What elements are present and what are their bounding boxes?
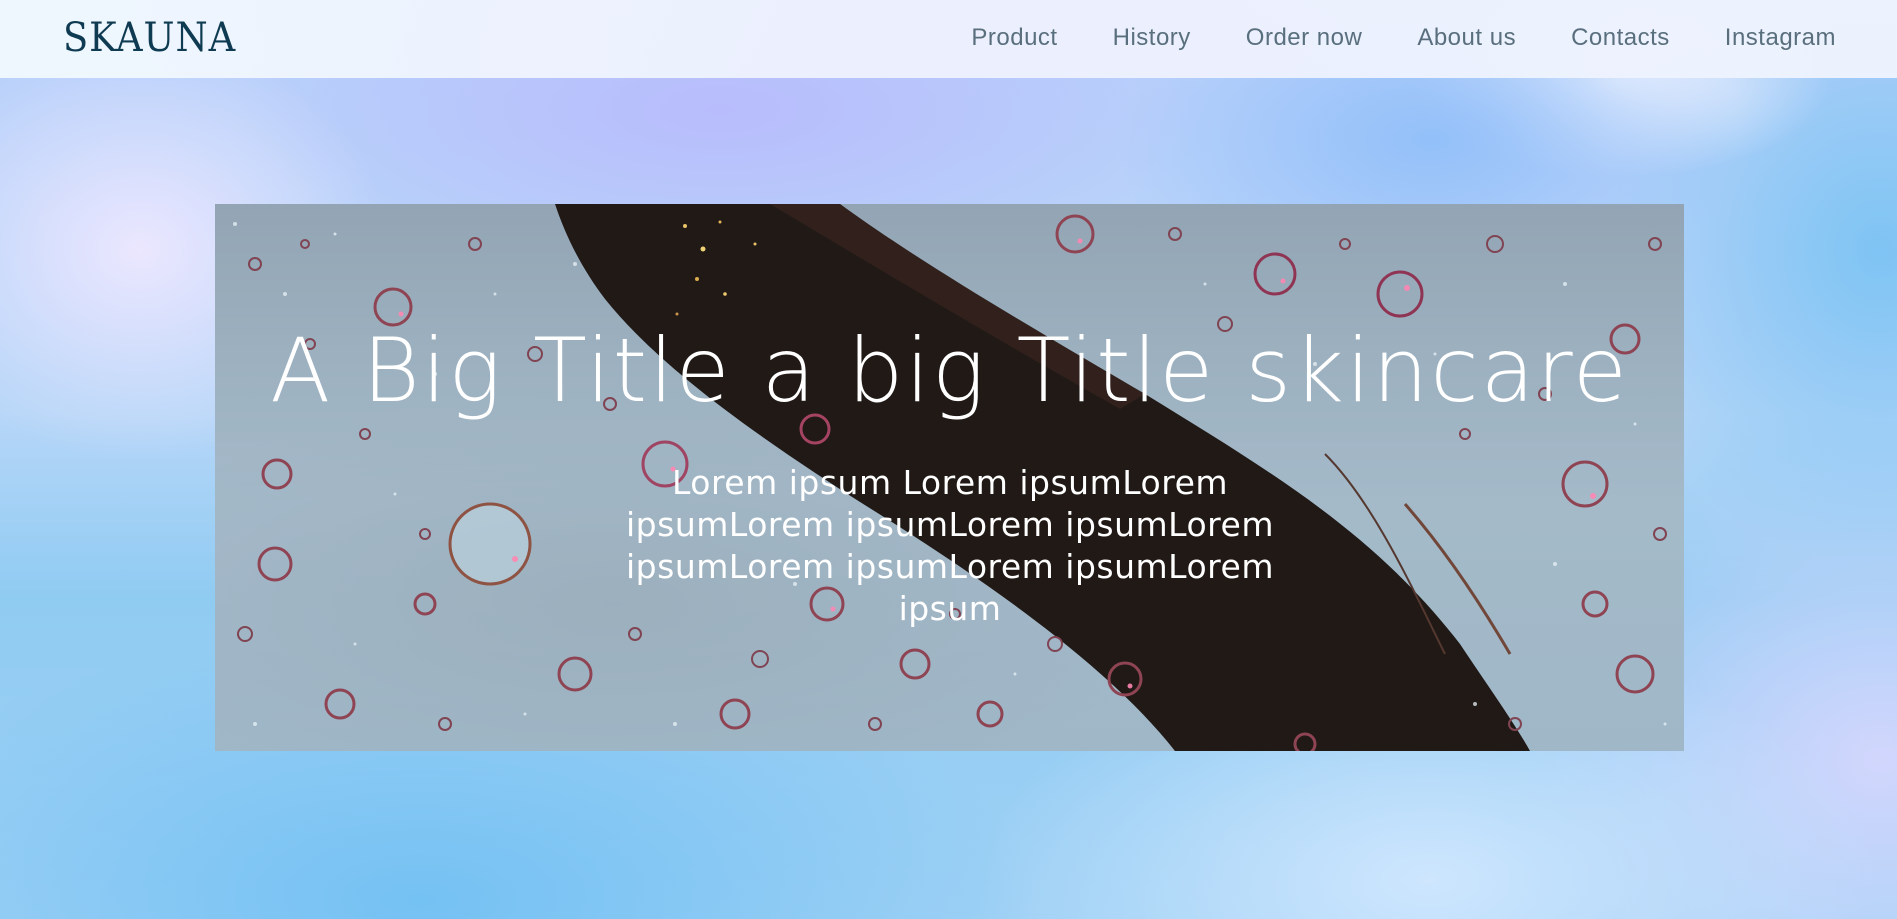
page: SKAUNA Product History Order now About u… <box>0 0 1897 919</box>
hero-subtitle: Lorem ipsum Lorem ipsumLorem ipsumLorem … <box>626 463 1274 628</box>
nav-link-history[interactable]: History <box>1113 22 1191 54</box>
hero-banner: A Big Title a big Title skincare Lorem i… <box>215 204 1684 751</box>
nav-link-about-us[interactable]: About us <box>1417 22 1516 54</box>
site-header: SKAUNA Product History Order now About u… <box>0 0 1897 78</box>
site-logo[interactable]: SKAUNA <box>63 13 236 63</box>
hero-title: A Big Title a big Title skincare <box>270 319 1629 422</box>
nav-link-instagram[interactable]: Instagram <box>1725 22 1836 54</box>
nav-link-contacts[interactable]: Contacts <box>1571 22 1670 54</box>
nav-link-product[interactable]: Product <box>971 22 1057 54</box>
hero-text-block: A Big Title a big Title skincare Lorem i… <box>215 204 1684 751</box>
nav-link-order-now[interactable]: Order now <box>1246 22 1363 54</box>
main-nav: Product History Order now About us Conta… <box>971 22 1836 54</box>
